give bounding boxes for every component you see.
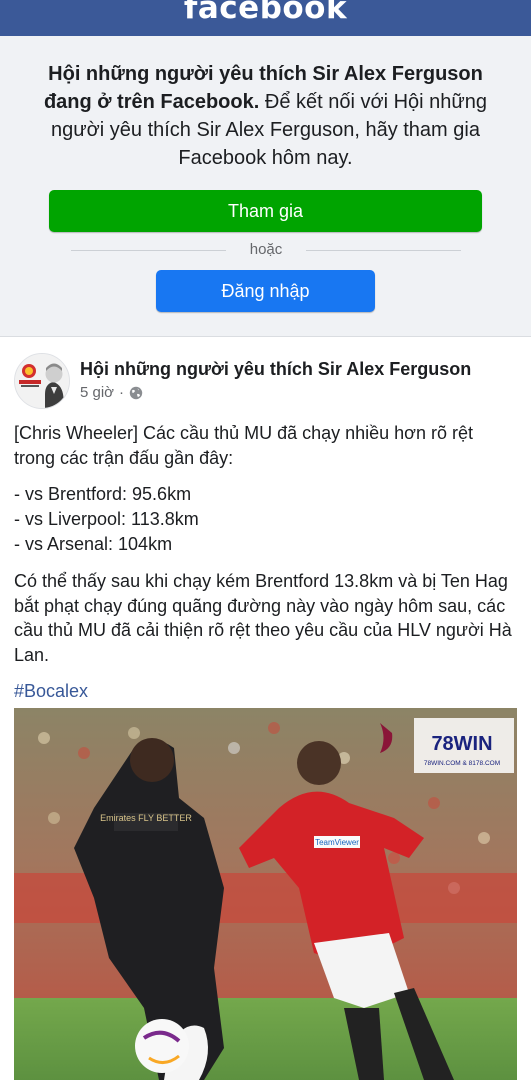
login-button[interactable]: Đăng nhập [156, 270, 375, 312]
meta-separator: · [119, 384, 125, 401]
page-avatar[interactable] [14, 353, 70, 409]
divider-line-right [306, 250, 461, 251]
watermark-brand: 78WIN [431, 733, 492, 755]
post-paragraph-2: Có thể thấy sau khi chạy kém Brentford 1… [14, 571, 512, 665]
football-match-image: 78WIN 78WIN.COM & 8178.COM Emirates FLY … [14, 708, 517, 1080]
post-photo[interactable]: 78WIN 78WIN.COM & 8178.COM Emirates FLY … [14, 708, 517, 1080]
hashtag-link[interactable]: #Bocalex [14, 679, 517, 704]
facebook-logo[interactable]: facebook [0, 0, 531, 26]
stat-line: - vs Arsenal: 104km [14, 534, 173, 554]
stats-list: - vs Brentford: 95.6km - vs Liverpool: 1… [14, 482, 517, 557]
post-meta: 5 giờ · [80, 384, 143, 401]
post-timestamp[interactable]: 5 giờ [80, 384, 114, 401]
or-divider: hoặc [71, 238, 461, 262]
join-button[interactable]: Tham gia [49, 190, 482, 232]
top-bar: facebook [0, 0, 531, 36]
post-page-name[interactable]: Hội những người yêu thích Sir Alex Fergu… [80, 359, 471, 380]
stat-line: - vs Brentford: 95.6km [14, 484, 192, 504]
public-globe-icon [129, 386, 143, 400]
join-prompt-panel: Hội những người yêu thích Sir Alex Fergu… [0, 36, 531, 337]
post-paragraph-1: [Chris Wheeler] Các cầu thủ MU đã chạy n… [14, 423, 474, 468]
left-jersey-sponsor: Emirates FLY BETTER [100, 813, 192, 823]
post-body: [Chris Wheeler] Các cầu thủ MU đã chạy n… [14, 421, 517, 716]
right-jersey-sponsor: TeamViewer [315, 838, 359, 847]
stat-line: - vs Liverpool: 113.8km [14, 509, 199, 529]
join-invite-text: Hội những người yêu thích Sir Alex Fergu… [40, 60, 491, 172]
group-post: Hội những người yêu thích Sir Alex Fergu… [0, 337, 531, 1080]
avatar-image [15, 354, 69, 408]
watermark-url: 78WIN.COM & 8178.COM [424, 760, 500, 767]
